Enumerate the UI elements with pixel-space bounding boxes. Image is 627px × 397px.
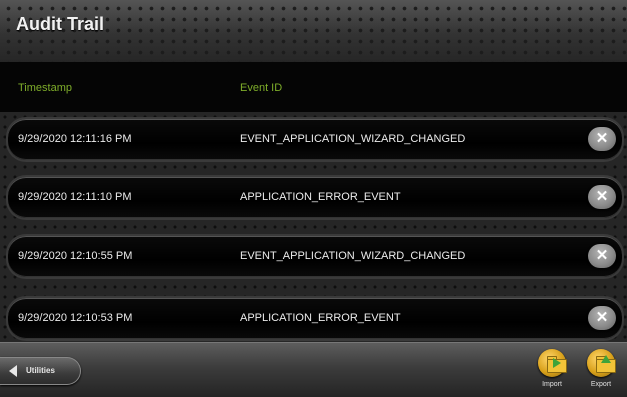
column-header-timestamp: Timestamp bbox=[18, 82, 72, 94]
left-arrow-icon bbox=[9, 365, 17, 377]
close-icon[interactable]: ✕ bbox=[588, 127, 616, 151]
title-bar: Audit Trail bbox=[0, 0, 627, 62]
folder-export-icon bbox=[587, 349, 616, 377]
event-id-cell: EVENT_APPLICATION_WIZARD_CHANGED bbox=[240, 250, 466, 262]
table-row[interactable]: 9/29/2020 12:10:53 PM APPLICATION_ERROR_… bbox=[8, 298, 622, 339]
close-icon[interactable]: ✕ bbox=[588, 306, 616, 330]
table-row[interactable]: 9/29/2020 12:10:55 PM EVENT_APPLICATION_… bbox=[8, 236, 622, 277]
import-label: Import bbox=[542, 381, 562, 388]
timestamp-cell: 9/29/2020 12:11:10 PM bbox=[18, 191, 132, 203]
event-id-cell: APPLICATION_ERROR_EVENT bbox=[240, 312, 401, 324]
page-title: Audit Trail bbox=[16, 14, 105, 34]
close-icon[interactable]: ✕ bbox=[588, 244, 616, 268]
timestamp-cell: 9/29/2020 12:10:55 PM bbox=[18, 250, 133, 262]
close-icon[interactable]: ✕ bbox=[588, 185, 616, 209]
timestamp-cell: 9/29/2020 12:10:53 PM bbox=[18, 312, 133, 324]
event-id-cell: APPLICATION_ERROR_EVENT bbox=[240, 191, 401, 203]
table-header: Timestamp Event ID bbox=[0, 62, 627, 112]
export-button[interactable]: Export bbox=[583, 349, 619, 395]
utilities-label: Utilities bbox=[26, 366, 55, 375]
footer-toolbar: Utilities Import Export bbox=[0, 342, 627, 397]
utilities-button[interactable]: Utilities bbox=[0, 357, 81, 385]
timestamp-cell: 9/29/2020 12:11:16 PM bbox=[18, 133, 132, 145]
table-row[interactable]: 9/29/2020 12:11:10 PM APPLICATION_ERROR_… bbox=[8, 177, 622, 218]
import-button[interactable]: Import bbox=[534, 349, 570, 395]
folder-import-icon bbox=[538, 349, 567, 377]
event-id-cell: EVENT_APPLICATION_WIZARD_CHANGED bbox=[240, 133, 466, 145]
export-label: Export bbox=[590, 381, 612, 388]
column-header-event-id: Event ID bbox=[240, 82, 283, 94]
audit-list[interactable]: 9/29/2020 12:11:16 PM EVENT_APPLICATION_… bbox=[0, 112, 627, 342]
table-row[interactable]: 9/29/2020 12:11:16 PM EVENT_APPLICATION_… bbox=[8, 119, 622, 160]
